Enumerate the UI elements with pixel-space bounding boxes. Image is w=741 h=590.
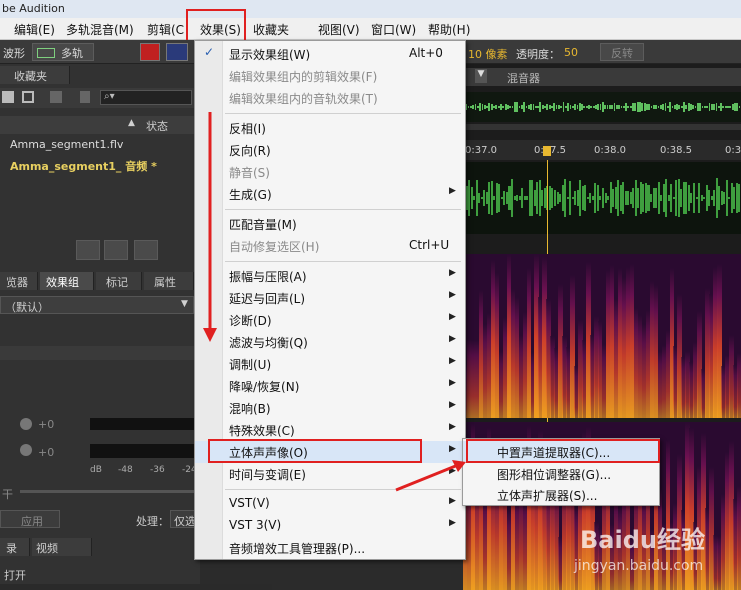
down-arrow-head: [203, 328, 217, 342]
diagonal-arrow-line: [395, 463, 459, 492]
watermark-url: jingyan.baidu.com: [574, 558, 704, 574]
baidu-watermark: Baidu经验 jingyan.baidu.com: [560, 510, 741, 590]
watermark-brand: Baidu经验: [580, 526, 705, 554]
annotation-arrows: [203, 112, 466, 492]
